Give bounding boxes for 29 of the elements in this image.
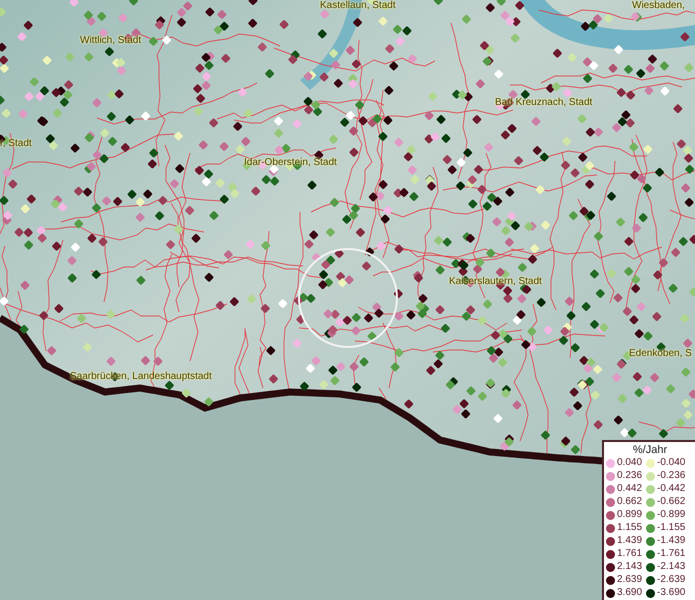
legend-label: 0.899	[617, 509, 642, 521]
place-label: Idar-Oberstein, Stadt	[244, 157, 337, 169]
legend-label: 2.639	[617, 574, 642, 586]
legend-label: -0.899	[657, 509, 686, 521]
legend-label: 1.439	[617, 535, 642, 547]
legend-label: -0.662	[657, 496, 686, 508]
legend-label: 1.761	[617, 548, 642, 560]
place-label: Wiesbaden,	[632, 0, 685, 12]
legend-title: %/Jahr	[632, 444, 668, 457]
legend-label: 0.236	[617, 470, 642, 482]
legend-label: 1.155	[617, 522, 642, 534]
legend-label: -2.143	[657, 561, 686, 573]
legend-label: -1.439	[657, 535, 686, 547]
legend-label: -2.639	[657, 574, 686, 586]
place-label: Bad Kreuznach, Stadt	[495, 97, 592, 109]
legend-label: 2.143	[617, 561, 642, 573]
place-label: Edenkoben, S	[629, 348, 692, 360]
legend-label: -0.442	[657, 483, 686, 495]
legend-label: 0.040	[617, 457, 642, 469]
place-label: Kastellaun, Stadt	[320, 0, 396, 12]
legend-label: -1.761	[657, 548, 686, 560]
legend-label: 3.690	[617, 587, 642, 599]
legend-label: -1.155	[657, 522, 686, 534]
legend-label: 0.442	[617, 483, 642, 495]
legend-label: 0.662	[617, 496, 642, 508]
legend-label: -3.690	[657, 587, 686, 599]
legend-label: -0.040	[657, 457, 686, 469]
legend-label: -0.236	[657, 470, 686, 482]
place-label: Wittlich, Stadt	[80, 35, 142, 47]
